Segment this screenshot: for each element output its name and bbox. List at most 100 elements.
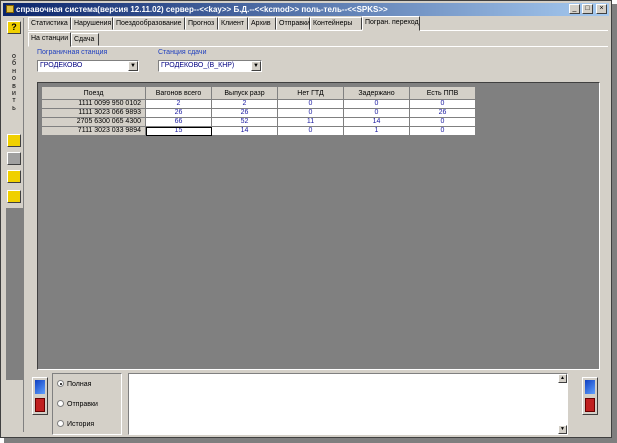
- table-cell[interactable]: 0: [277, 126, 344, 136]
- title-bar: справочная система(версия 12.11.02) серв…: [3, 3, 609, 16]
- radio-dot-icon[interactable]: [57, 380, 64, 387]
- table-row[interactable]: 2705 6300 065 4300 66 52 11 14 0: [41, 117, 476, 127]
- column-header[interactable]: Выпуск разр: [211, 86, 278, 100]
- window-shadow-right: [612, 4, 617, 440]
- window-shadow-bottom: [4, 438, 617, 443]
- tab-sub[interactable]: Сдача: [71, 33, 99, 46]
- column-header[interactable]: Есть ППВ: [409, 86, 476, 100]
- app-window: справочная система(версия 12.11.02) серв…: [0, 0, 612, 438]
- view-mode-group: Полная Отправки История: [52, 373, 122, 435]
- scroll-up-button[interactable]: ▲: [558, 374, 567, 383]
- chevron-down-icon[interactable]: ▼: [251, 61, 261, 71]
- tabs-divider: [28, 30, 608, 31]
- border-station-label: Пограничная станция: [37, 49, 108, 56]
- tab-main[interactable]: Клиент: [218, 17, 248, 30]
- table-cell[interactable]: 0: [277, 99, 344, 109]
- table-cell[interactable]: 0: [409, 126, 476, 136]
- column-header[interactable]: Поезд: [41, 86, 146, 100]
- border-station-value: ГРОДЕКОВО: [40, 62, 83, 69]
- refresh-letter: в: [12, 82, 16, 90]
- scroll-down-button[interactable]: ▼: [558, 425, 567, 434]
- left-toolbar: ? обновить: [5, 18, 24, 432]
- train-id-cell[interactable]: 7111 3023 033 9894: [41, 126, 146, 136]
- maximize-button[interactable]: □: [582, 4, 593, 14]
- table-row[interactable]: 7111 3023 033 9894 15 14 0 1 0: [41, 126, 476, 136]
- table-cell[interactable]: 2: [211, 99, 278, 109]
- table-cell[interactable]: 2: [145, 99, 212, 109]
- handover-station-label: Станция сдачи: [158, 49, 207, 56]
- table-cell[interactable]: 14: [343, 117, 410, 127]
- radio-dot-icon[interactable]: [57, 400, 64, 407]
- main-tabs: Статистика Нарушения Поездообразование Прог…: [28, 16, 608, 31]
- table-cell[interactable]: 11: [277, 117, 344, 127]
- table-cell[interactable]: 0: [343, 99, 410, 109]
- close-button[interactable]: ×: [596, 4, 607, 14]
- table-header-row: Поезд Вагонов всего Выпуск разр Нет ГТД Заде…: [41, 86, 476, 100]
- view-mode-radio[interactable]: История: [57, 420, 94, 428]
- report-icon[interactable]: [582, 377, 598, 415]
- tab-main[interactable]: Отправки: [276, 17, 310, 30]
- train-id-cell[interactable]: 2705 6300 065 4300: [41, 117, 146, 127]
- print-icon[interactable]: [7, 170, 21, 183]
- main-panel: Статистика Нарушения Поездообразование Прог…: [28, 16, 608, 435]
- pencil-icon[interactable]: [7, 152, 21, 165]
- refresh-letter: б: [11, 60, 16, 68]
- handover-station-value: ГРОДЕКОВО_(В_КНР): [161, 62, 235, 69]
- table-row[interactable]: 1111 3023 066 9893 26 26 0 0 26: [41, 108, 476, 118]
- table-cell[interactable]: 0: [343, 108, 410, 118]
- radio-label: Отправки: [67, 401, 98, 408]
- help-button[interactable]: ?: [7, 21, 21, 34]
- table-cell[interactable]: 1: [343, 126, 410, 136]
- handover-station-select[interactable]: ГРОДЕКОВО_(В_КНР) ▼: [158, 60, 262, 72]
- tab-main[interactable]: Контейнеры: [310, 17, 362, 30]
- data-grid-area: Поезд Вагонов всего Выпуск разр Нет ГТД Заде…: [37, 82, 600, 370]
- tab-main[interactable]: Статистика: [28, 17, 71, 30]
- table-cell[interactable]: 66: [145, 117, 212, 127]
- tab-sub[interactable]: На станции: [28, 32, 71, 47]
- refresh-letter: о: [12, 75, 16, 83]
- tab-main[interactable]: Погран. переход: [362, 16, 420, 31]
- radio-dot-icon[interactable]: [57, 420, 64, 427]
- export-icon[interactable]: [32, 377, 48, 415]
- table-cell[interactable]: 26: [145, 108, 212, 118]
- train-id-cell[interactable]: 1111 0099 950 0102: [41, 99, 146, 109]
- app-icon: [6, 5, 14, 13]
- table-cell[interactable]: 0: [409, 117, 476, 127]
- table-cell[interactable]: 26: [409, 108, 476, 118]
- edit-icon[interactable]: [7, 134, 21, 147]
- refresh-letter: н: [12, 67, 16, 75]
- radio-label: Полная: [67, 381, 92, 388]
- minimize-button[interactable]: _: [569, 4, 580, 14]
- view-mode-radio[interactable]: Отправки: [57, 400, 98, 408]
- radio-label: История: [67, 421, 95, 428]
- column-header[interactable]: Вагонов всего: [145, 86, 212, 100]
- table-cell[interactable]: 0: [277, 108, 344, 118]
- column-header[interactable]: Нет ГТД: [277, 86, 344, 100]
- border-station-select[interactable]: ГРОДЕКОВО ▼: [37, 60, 139, 72]
- window-title: справочная система(версия 12.11.02) серв…: [16, 5, 388, 14]
- refresh-letter: ь: [12, 104, 16, 112]
- table-cell[interactable]: 26: [211, 108, 278, 118]
- subtabs-divider: [28, 46, 608, 47]
- table-cell[interactable]: 52: [211, 117, 278, 127]
- table-row[interactable]: 1111 0099 950 0102 2 2 0 0 0: [41, 99, 476, 109]
- refresh-button[interactable]: обновить: [7, 53, 21, 112]
- table-cell[interactable]: 15: [145, 126, 212, 136]
- train-table: Поезд Вагонов всего Выпуск разр Нет ГТД Заде…: [41, 86, 476, 136]
- tab-main[interactable]: Поездообразование: [113, 17, 185, 30]
- tab-main[interactable]: Нарушения: [71, 17, 113, 30]
- tab-main[interactable]: Архив: [248, 17, 276, 30]
- refresh-letter: и: [12, 90, 16, 98]
- table-cell[interactable]: 0: [409, 99, 476, 109]
- column-header[interactable]: Задержано: [343, 86, 410, 100]
- refresh-letter: т: [12, 97, 16, 105]
- train-id-cell[interactable]: 1111 3023 066 9893: [41, 108, 146, 118]
- view-mode-radio[interactable]: Полная: [57, 380, 91, 388]
- key-icon[interactable]: [7, 190, 21, 203]
- chevron-down-icon[interactable]: ▼: [128, 61, 138, 71]
- tab-main[interactable]: Прогноз: [185, 17, 218, 30]
- details-memo[interactable]: ▲ ▼: [128, 373, 568, 435]
- table-cell[interactable]: 14: [211, 126, 278, 136]
- toolbar-empty-area: [6, 208, 24, 380]
- bottom-panel: Полная Отправки История ▲ ▼: [32, 373, 606, 435]
